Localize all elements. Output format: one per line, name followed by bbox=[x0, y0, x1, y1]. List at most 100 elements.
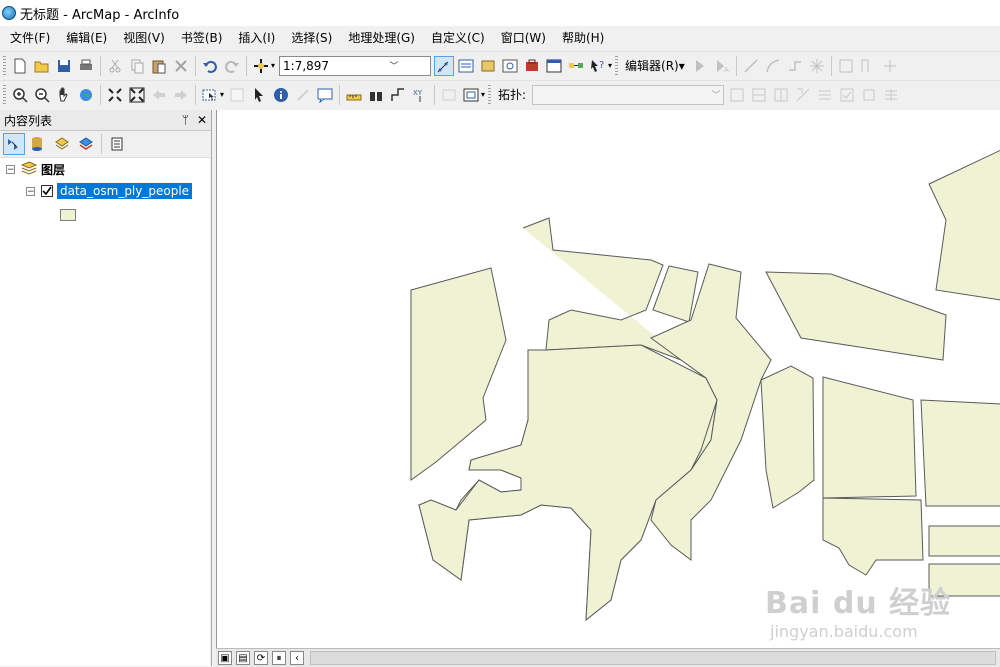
polygon-feature[interactable] bbox=[765, 271, 947, 361]
toolbar-grip[interactable] bbox=[615, 55, 619, 76]
search-window-icon[interactable] bbox=[500, 56, 520, 76]
data-view-icon[interactable]: ▣ bbox=[218, 651, 232, 665]
select-dropdown-icon[interactable]: ▾ bbox=[220, 90, 224, 99]
redo-icon[interactable] bbox=[222, 56, 242, 76]
polygon-feature[interactable] bbox=[760, 365, 815, 509]
forward-extent-icon[interactable] bbox=[171, 85, 191, 105]
edit-tool-icon[interactable] bbox=[690, 56, 710, 76]
cut-polygons-icon[interactable] bbox=[880, 56, 900, 76]
select-elements-arrow-icon[interactable] bbox=[249, 85, 269, 105]
undo-icon[interactable] bbox=[200, 56, 220, 76]
zoom-out-icon[interactable] bbox=[32, 85, 52, 105]
editor-toolbar-icon[interactable] bbox=[434, 55, 455, 76]
polygon-symbol-swatch[interactable] bbox=[60, 209, 76, 221]
menu-edit[interactable]: 编辑(E) bbox=[58, 27, 115, 49]
scroll-left-icon[interactable]: ‹ bbox=[290, 651, 304, 665]
edit-vertices-icon[interactable] bbox=[836, 56, 856, 76]
arctoolbox-icon[interactable] bbox=[522, 56, 542, 76]
html-popup-icon[interactable] bbox=[315, 85, 335, 105]
measure-icon[interactable] bbox=[344, 85, 364, 105]
layout-view-icon[interactable]: ▤ bbox=[236, 651, 250, 665]
help-dropdown-icon[interactable]: ▾ bbox=[608, 61, 612, 70]
pause-drawing-icon[interactable]: ⏸ bbox=[272, 651, 286, 665]
menu-insert[interactable]: 插入(I) bbox=[230, 27, 283, 49]
toolbar-grip[interactable] bbox=[3, 84, 6, 105]
find-route-icon[interactable] bbox=[388, 85, 408, 105]
show-shared-features-icon[interactable] bbox=[771, 85, 791, 105]
edit-annotation-icon[interactable]: A bbox=[712, 56, 732, 76]
pan-hand-icon[interactable] bbox=[54, 85, 74, 105]
menu-file[interactable]: 文件(F) bbox=[2, 27, 58, 49]
whats-this-help-icon[interactable]: ? bbox=[588, 56, 608, 76]
chevron-down-icon[interactable]: ﹀ bbox=[355, 57, 430, 75]
list-by-visibility-icon[interactable] bbox=[51, 133, 73, 155]
polygon-feature[interactable] bbox=[822, 376, 917, 499]
menu-windows[interactable]: 窗口(W) bbox=[493, 27, 554, 49]
hyperlink-icon[interactable] bbox=[293, 85, 313, 105]
end-point-arc-icon[interactable] bbox=[763, 56, 783, 76]
validate-topology-icon[interactable] bbox=[837, 85, 857, 105]
menu-customize[interactable]: 自定义(C) bbox=[423, 27, 493, 49]
map-topology-icon[interactable] bbox=[749, 85, 769, 105]
polygon-feature[interactable] bbox=[410, 267, 507, 481]
editor-menu-button[interactable]: 编辑器(R)▾ bbox=[621, 57, 689, 74]
chevron-down-icon[interactable]: ﹀ bbox=[709, 88, 723, 101]
open-folder-icon[interactable] bbox=[32, 56, 52, 76]
refresh-icon[interactable]: ⟳ bbox=[254, 651, 268, 665]
map-canvas[interactable] bbox=[217, 110, 1000, 648]
full-extent-globe-icon[interactable] bbox=[76, 85, 96, 105]
clear-selection-icon[interactable] bbox=[227, 85, 247, 105]
modelbuilder-icon[interactable] bbox=[566, 56, 586, 76]
list-by-drawing-order-icon[interactable] bbox=[3, 133, 25, 155]
fixed-zoom-in-icon[interactable] bbox=[105, 85, 125, 105]
polygon-feature[interactable] bbox=[920, 399, 1000, 507]
polygon-feature[interactable] bbox=[928, 525, 1000, 557]
point-tool-icon[interactable] bbox=[807, 56, 827, 76]
toc-legend-row[interactable] bbox=[60, 206, 76, 224]
horizontal-scrollbar[interactable] bbox=[310, 651, 996, 665]
time-slider-icon[interactable] bbox=[439, 85, 459, 105]
delete-icon[interactable] bbox=[171, 56, 191, 76]
paste-icon[interactable] bbox=[149, 56, 169, 76]
save-icon[interactable] bbox=[54, 56, 74, 76]
cut-icon[interactable] bbox=[105, 56, 125, 76]
copy-icon[interactable] bbox=[127, 56, 147, 76]
list-by-source-icon[interactable] bbox=[27, 133, 49, 155]
pin-icon[interactable]: ᛘ bbox=[182, 113, 189, 127]
map-scale-combobox[interactable]: 1:7,897 ﹀ bbox=[279, 55, 432, 76]
toc-options-icon[interactable] bbox=[106, 133, 128, 155]
python-window-icon[interactable] bbox=[544, 56, 564, 76]
find-binoculars-icon[interactable] bbox=[366, 85, 386, 105]
list-by-selection-icon[interactable] bbox=[75, 133, 97, 155]
toolbar-overflow-icon[interactable]: ▾ bbox=[481, 90, 485, 99]
straight-segment-icon[interactable] bbox=[741, 56, 761, 76]
print-icon[interactable] bbox=[76, 56, 96, 76]
back-extent-icon[interactable] bbox=[149, 85, 169, 105]
toc-window-icon[interactable] bbox=[456, 56, 476, 76]
topology-edit-tool-icon[interactable] bbox=[727, 85, 747, 105]
trace-tool-icon[interactable] bbox=[785, 56, 805, 76]
map-data-view[interactable] bbox=[216, 110, 1000, 648]
error-inspector-icon[interactable] bbox=[881, 85, 901, 105]
toolbar-grip[interactable] bbox=[488, 84, 492, 105]
construct-features-icon[interactable] bbox=[793, 85, 813, 105]
toolbar-grip[interactable] bbox=[3, 55, 6, 76]
polygon-feature[interactable] bbox=[822, 497, 924, 576]
add-data-icon[interactable] bbox=[251, 56, 271, 76]
layer-visibility-checkbox[interactable] bbox=[41, 185, 53, 197]
collapse-icon[interactable]: − bbox=[6, 164, 15, 174]
select-features-icon[interactable] bbox=[200, 85, 220, 105]
menu-geoprocessing[interactable]: 地理处理(G) bbox=[340, 27, 423, 49]
polygon-feature[interactable] bbox=[928, 149, 1000, 301]
menu-view[interactable]: 视图(V) bbox=[115, 27, 173, 49]
layer-name[interactable]: data_osm_ply_people bbox=[57, 183, 193, 199]
catalog-window-icon[interactable] bbox=[478, 56, 498, 76]
reshape-feature-icon[interactable] bbox=[858, 56, 878, 76]
fixed-zoom-out-icon[interactable] bbox=[127, 85, 147, 105]
add-data-dropdown-icon[interactable]: ▾ bbox=[271, 61, 275, 70]
menu-selection[interactable]: 选择(S) bbox=[283, 27, 340, 49]
toc-layer-row[interactable]: − data_osm_ply_people bbox=[26, 182, 193, 200]
planarize-lines-icon[interactable] bbox=[815, 85, 835, 105]
topology-combobox[interactable]: ﹀ bbox=[532, 84, 725, 105]
new-document-icon[interactable] bbox=[10, 56, 30, 76]
